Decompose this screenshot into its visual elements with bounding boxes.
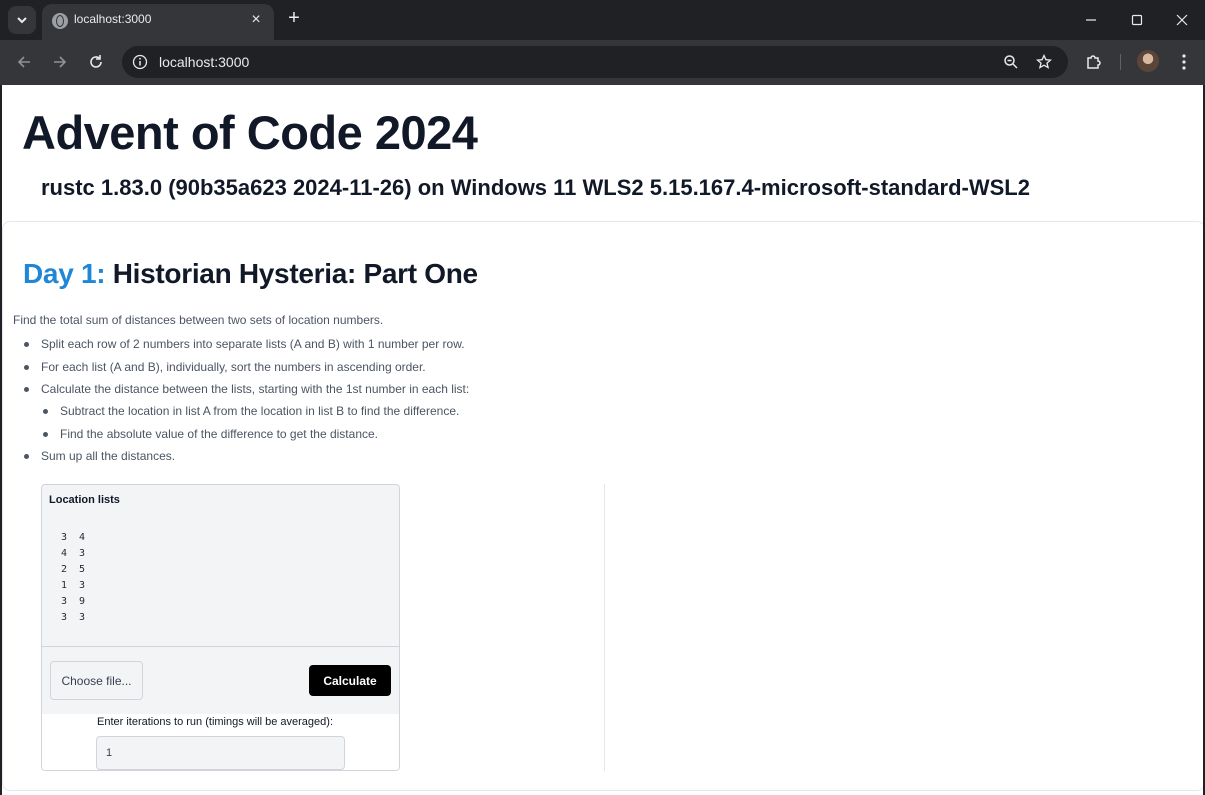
extensions-button[interactable] (1082, 50, 1106, 74)
info-icon[interactable] (132, 54, 148, 70)
page-title: Advent of Code 2024 (22, 106, 478, 159)
sub-list-item: Subtract the location in list A from the… (42, 404, 460, 418)
choose-file-button[interactable]: Choose file... (50, 661, 143, 700)
close-icon (1176, 14, 1188, 26)
iterations-section: Enter iterations to run (timings will be… (42, 714, 399, 770)
minimize-button[interactable] (1068, 6, 1114, 34)
close-icon[interactable]: × (246, 10, 266, 30)
browser-toolbar: localhost:3000 (0, 40, 1205, 85)
new-tab-button[interactable]: + (284, 8, 304, 30)
forward-button[interactable] (48, 50, 72, 74)
day-label: Day 1: (23, 258, 106, 289)
page-subtitle: rustc 1.83.0 (90b35a623 2024-11-26) on W… (41, 175, 1030, 200)
list-item: Split each row of 2 numbers into separat… (24, 337, 465, 351)
arrow-right-icon (54, 56, 67, 68)
location-lists-label: Location lists (49, 494, 120, 506)
reload-button[interactable] (84, 50, 108, 74)
url-text[interactable]: localhost:3000 (159, 54, 249, 70)
tab-title: localhost:3000 (74, 12, 152, 26)
list-item: Calculate the distance between the lists… (23, 382, 470, 396)
iterations-input[interactable]: 1 (96, 736, 345, 770)
maximize-button[interactable] (1114, 6, 1160, 34)
browser-tab[interactable]: localhost:3000 × (42, 4, 274, 40)
globe-icon (52, 13, 68, 29)
list-item: Sum up all the distances. (23, 449, 176, 463)
column-divider (604, 484, 605, 771)
input-form: Location lists 3 4 4 3 2 5 1 3 3 9 3 3 C… (41, 484, 400, 771)
tab-search-button[interactable] (8, 6, 36, 34)
list-item: For each list (A and B), individually, s… (24, 360, 426, 374)
calculate-button[interactable]: Calculate (309, 665, 391, 696)
address-bar[interactable]: localhost:3000 (122, 46, 1068, 78)
sub-list-item: Find the absolute value of the differenc… (43, 427, 378, 441)
day-heading: Day 1: Historian Hysteria: Part One (23, 258, 478, 290)
star-icon[interactable] (1036, 54, 1052, 70)
tab-strip: localhost:3000 × + (0, 0, 1205, 40)
iterations-label: Enter iterations to run (timings will be… (97, 716, 333, 728)
reload-icon (90, 55, 102, 68)
back-button[interactable] (12, 50, 36, 74)
zoom-icon[interactable] (1003, 54, 1019, 70)
location-lists-textarea[interactable]: 3 4 4 3 2 5 1 3 3 9 3 3 (42, 513, 399, 647)
day-name: Historian Hysteria: Part One (112, 258, 478, 289)
minimize-icon (1086, 19, 1096, 21)
close-window-button[interactable] (1159, 6, 1205, 34)
profile-avatar[interactable] (1137, 50, 1159, 72)
menu-button[interactable] (1172, 50, 1196, 74)
maximize-icon (1131, 14, 1143, 26)
toolbar-divider (1120, 54, 1121, 70)
chevron-down-icon (17, 17, 27, 24)
arrow-left-icon (17, 56, 30, 68)
day-intro: Find the total sum of distances between … (13, 313, 384, 327)
puzzle-icon (1087, 55, 1101, 69)
more-vert-icon (1182, 54, 1186, 70)
page-content: Advent of Code 2024 rustc 1.83.0 (90b35a… (2, 85, 1203, 795)
